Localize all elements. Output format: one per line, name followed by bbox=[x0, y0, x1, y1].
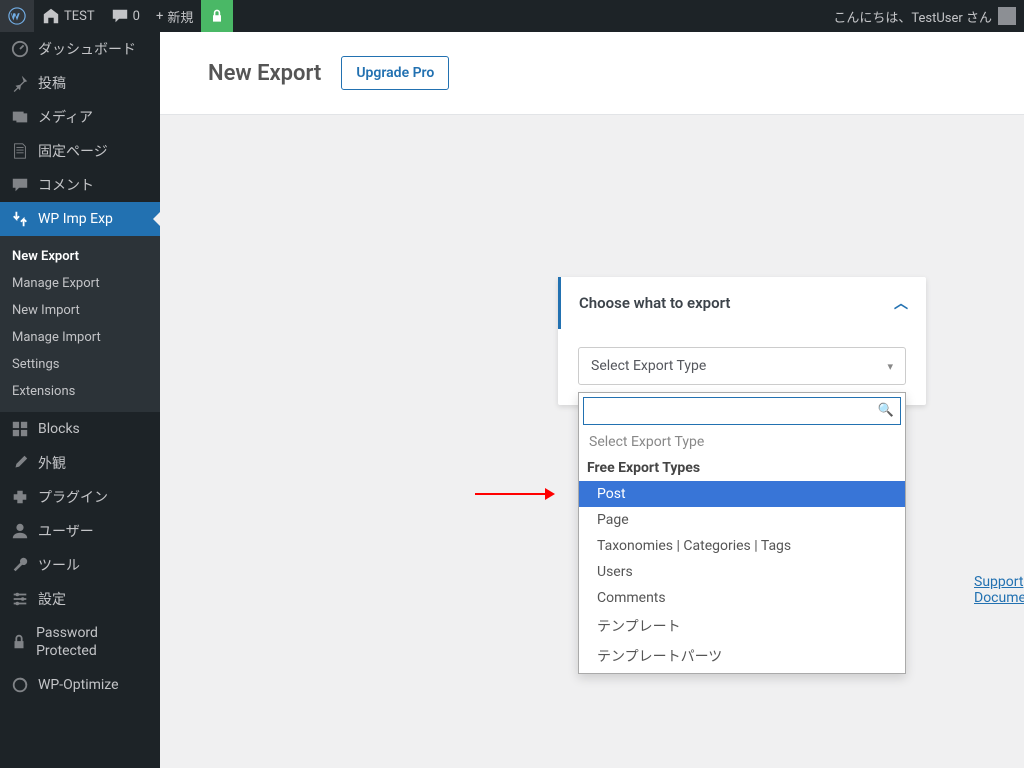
dropdown-search-input[interactable] bbox=[584, 398, 900, 424]
site-name: TEST bbox=[64, 9, 95, 24]
sidebar-appearance[interactable]: 外観 bbox=[0, 446, 160, 480]
submenu-new-import[interactable]: New Import bbox=[0, 297, 160, 324]
import-export-icon bbox=[10, 209, 30, 229]
sidebar-comments[interactable]: コメント bbox=[0, 168, 160, 202]
submenu-settings[interactable]: Settings bbox=[0, 351, 160, 378]
sidebar-tools[interactable]: ツール bbox=[0, 548, 160, 582]
lock-icon bbox=[10, 632, 28, 652]
plugin-icon bbox=[10, 487, 30, 507]
comments-link[interactable]: 0 bbox=[103, 0, 148, 32]
dropdown-option-users[interactable]: Users bbox=[579, 559, 905, 585]
sidebar-wp-optimize[interactable]: WP-Optimize bbox=[0, 668, 160, 702]
footer-links: Support | Documentation bbox=[974, 574, 1024, 606]
wp-logo[interactable] bbox=[0, 0, 34, 32]
wrench-icon bbox=[10, 555, 30, 575]
brush-icon bbox=[10, 453, 30, 473]
dropdown-option-taxonomies[interactable]: Taxonomies | Categories | Tags bbox=[579, 533, 905, 559]
dropdown-group-free: Free Export Types bbox=[579, 455, 905, 481]
sidebar-label: ユーザー bbox=[38, 521, 94, 541]
search-icon: 🔍 bbox=[878, 403, 894, 418]
media-icon bbox=[10, 107, 30, 127]
dropdown-option-template[interactable]: テンプレート bbox=[579, 611, 905, 641]
dropdown-option-template-parts[interactable]: テンプレートパーツ bbox=[579, 641, 905, 671]
sidebar-label: ツール bbox=[38, 555, 80, 575]
sidebar-label: 投稿 bbox=[38, 73, 66, 93]
sidebar-settings[interactable]: 設定 bbox=[0, 582, 160, 616]
dropdown-option-page[interactable]: Page bbox=[579, 507, 905, 533]
optimize-icon bbox=[10, 675, 30, 695]
documentation-link[interactable]: Documentation bbox=[974, 590, 1024, 606]
sidebar-posts[interactable]: 投稿 bbox=[0, 66, 160, 100]
sidebar-media[interactable]: メディア bbox=[0, 100, 160, 134]
submenu-new-export[interactable]: New Export bbox=[0, 243, 160, 270]
card-title: Choose what to export bbox=[579, 294, 730, 312]
sidebar-wp-imp-exp[interactable]: WP Imp Exp bbox=[0, 202, 160, 236]
user-icon bbox=[10, 521, 30, 541]
sidebar-blocks[interactable]: Blocks bbox=[0, 412, 160, 446]
sidebar-submenu: New Export Manage Export New Import Mana… bbox=[0, 236, 160, 412]
support-link[interactable]: Support bbox=[974, 574, 1023, 590]
export-card: Choose what to export ︿ Select Export Ty… bbox=[558, 277, 926, 405]
site-link[interactable]: TEST bbox=[34, 0, 103, 32]
sidebar-label: Password Protected bbox=[36, 624, 150, 660]
dropdown-search: 🔍 bbox=[583, 397, 901, 425]
submenu-manage-export[interactable]: Manage Export bbox=[0, 270, 160, 297]
comment-icon bbox=[10, 175, 30, 195]
sidebar-label: 固定ページ bbox=[38, 141, 108, 161]
submenu-extensions[interactable]: Extensions bbox=[0, 378, 160, 405]
blocks-icon bbox=[10, 419, 30, 439]
sidebar-label: WP Imp Exp bbox=[38, 211, 113, 227]
page-title: New Export bbox=[208, 61, 321, 86]
plus-icon: + bbox=[156, 9, 163, 24]
comments-count: 0 bbox=[133, 9, 140, 24]
sidebar-label: コメント bbox=[38, 175, 94, 195]
sidebar-label: メディア bbox=[38, 107, 93, 127]
page-header: New Export Upgrade Pro bbox=[160, 32, 1024, 115]
sidebar-plugins[interactable]: プラグイン bbox=[0, 480, 160, 514]
new-link[interactable]: + 新規 bbox=[148, 0, 201, 32]
sidebar-label: Blocks bbox=[38, 421, 80, 437]
dropdown-option-placeholder[interactable]: Select Export Type bbox=[579, 429, 905, 455]
page-icon bbox=[10, 141, 30, 161]
new-label: 新規 bbox=[167, 7, 193, 26]
dashboard-icon bbox=[10, 39, 30, 59]
dropdown-option-comments[interactable]: Comments bbox=[579, 585, 905, 611]
sidebar-dashboard[interactable]: ダッシュボード bbox=[0, 32, 160, 66]
dropdown-option-post[interactable]: Post bbox=[579, 481, 905, 507]
annotation-arrow bbox=[475, 488, 555, 500]
card-header[interactable]: Choose what to export ︿ bbox=[558, 277, 926, 329]
main-content: New Export Upgrade Pro Choose what to ex… bbox=[160, 32, 1024, 768]
sidebar-label: 外観 bbox=[38, 453, 66, 473]
select-placeholder: Select Export Type bbox=[591, 358, 706, 374]
sidebar-users[interactable]: ユーザー bbox=[0, 514, 160, 548]
submenu-manage-import[interactable]: Manage Import bbox=[0, 324, 160, 351]
sidebar-password-protected[interactable]: Password Protected bbox=[0, 616, 160, 668]
admin-sidebar: ダッシュボード 投稿 メディア 固定ページ コメント WP Imp Exp Ne… bbox=[0, 32, 160, 768]
account-link[interactable]: こんにちは、TestUser さん bbox=[833, 0, 1024, 32]
dropdown-option-global-style[interactable]: グローバルスタイル bbox=[579, 671, 905, 673]
sliders-icon bbox=[10, 589, 30, 609]
sidebar-label: ダッシュボード bbox=[38, 39, 136, 59]
avatar bbox=[998, 7, 1016, 25]
pin-icon bbox=[10, 73, 30, 93]
chevron-up-icon: ︿ bbox=[894, 293, 908, 313]
export-type-select[interactable]: Select Export Type bbox=[578, 347, 906, 385]
export-type-dropdown: 🔍 Select Export Type Free Export Types P… bbox=[578, 392, 906, 674]
upgrade-pro-button[interactable]: Upgrade Pro bbox=[341, 56, 449, 90]
sidebar-pages[interactable]: 固定ページ bbox=[0, 134, 160, 168]
sidebar-label: WP-Optimize bbox=[38, 677, 119, 693]
sidebar-label: 設定 bbox=[38, 589, 66, 609]
sidebar-label: プラグイン bbox=[38, 487, 108, 507]
lock-indicator[interactable] bbox=[201, 0, 233, 32]
greeting-text: こんにちは、TestUser さん bbox=[833, 7, 992, 26]
